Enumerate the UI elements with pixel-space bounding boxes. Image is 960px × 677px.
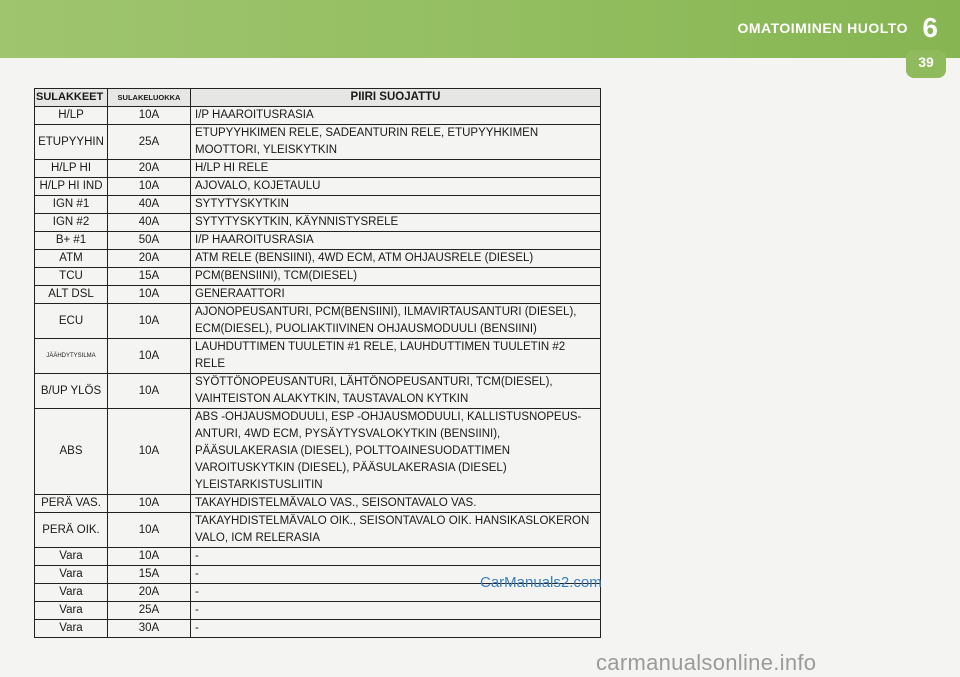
chapter-number: 6 [922, 12, 938, 43]
column-header-rating: SULAKELUOKKA [107, 88, 191, 107]
circuit-cell: SYTYTYSKYTKIN [190, 195, 601, 214]
table-header-row: SULAKKEET SULAKELUOKKA PIIRI SUOJATTU [34, 88, 601, 107]
table-row: ATM 20A ATM RELE (BENSIINI), 4WD ECM, ATM … [34, 249, 601, 268]
fuse-rating-cell: 40A [107, 213, 191, 232]
circuit-cell: LAUHDUTTIMEN TUULETIN #1 RELE, LAUHDUTTI… [190, 338, 601, 374]
circuit-cell: PCM(BENSIINI), TCM(DIESEL) [190, 267, 601, 286]
fuse-name-cell: Vara [34, 619, 108, 638]
table-row: ABS 10A ABS -OHJAUSMODUULI, ESP -OHJAUSMOD… [34, 408, 601, 495]
circuit-cell: ABS -OHJAUSMODUULI, ESP -OHJAUSMODUULI, … [190, 408, 601, 495]
fuse-name-cell: ECU [34, 303, 108, 339]
table-row: IGN #2 40A SYTYTYSKYTKIN, KÄYNNISTYSRELE [34, 213, 601, 232]
fuse-name-cell: Vara [34, 547, 108, 566]
circuit-cell: I/P HAAROITUSRASIA [190, 231, 601, 250]
fuse-name-cell: Vara [34, 565, 108, 584]
fuse-name-cell: ETUPYYHIN [34, 124, 108, 160]
fuse-rating-cell: 10A [107, 547, 191, 566]
fuse-table-body: H/LP 10A I/P HAAROITUSRASIA ETUPYYHIN 25A ETU… [34, 106, 601, 638]
fuse-rating-cell: 10A [107, 285, 191, 304]
table-row: ETUPYYHIN 25A ETUPYYHKIMEN RELE, SADEANTUR… [34, 124, 601, 160]
table-row: PERÄ VAS. 10A TAKAYHDISTELMÄVALO VAS., SEI… [34, 494, 601, 513]
fuse-name-cell: Vara [34, 583, 108, 602]
circuit-cell: I/P HAAROITUSRASIA [190, 106, 601, 125]
fuse-rating-cell: 10A [107, 494, 191, 513]
table-row: Vara 30A - [34, 619, 601, 638]
fuse-rating-cell: 50A [107, 231, 191, 250]
page-number: 39 [918, 54, 934, 70]
table-row: IGN #1 40A SYTYTYSKYTKIN [34, 195, 601, 214]
table-row: H/LP HI IND 10A AJOVALO, KOJETAULU [34, 177, 601, 196]
circuit-cell: TAKAYHDISTELMÄVALO VAS., SEISONTAVALO VA… [190, 494, 601, 513]
table-row: B+ #1 50A I/P HAAROITUSRASIA [34, 231, 601, 250]
table-row: H/LP HI 20A H/LP HI RELE [34, 159, 601, 178]
circuit-cell: H/LP HI RELE [190, 159, 601, 178]
circuit-cell: - [190, 619, 601, 638]
fuse-name-cell: IGN #2 [34, 213, 108, 232]
fuse-rating-cell: 25A [107, 124, 191, 160]
table-row: H/LP 10A I/P HAAROITUSRASIA [34, 106, 601, 125]
fuse-name-cell: IGN #1 [34, 195, 108, 214]
fuse-rating-cell: 10A [107, 106, 191, 125]
table-row: Vara 25A - [34, 601, 601, 620]
fuse-rating-cell: 20A [107, 249, 191, 268]
table-row: ECU 10A AJONOPEUSANTURI, PCM(BENSIINI), IL… [34, 303, 601, 339]
column-header-fuse: SULAKKEET [34, 88, 108, 107]
fuse-table: SULAKKEET SULAKELUOKKA PIIRI SUOJATTU H/… [34, 88, 601, 638]
fuse-name-cell: H/LP [34, 106, 108, 125]
table-row: PERÄ OIK. 10A TAKAYHDISTELMÄVALO OIK., SEI… [34, 512, 601, 548]
fuse-rating-cell: 10A [107, 303, 191, 339]
circuit-cell: ATM RELE (BENSIINI), 4WD ECM, ATM OHJAUS… [190, 249, 601, 268]
fuse-name-cell: PERÄ OIK. [34, 512, 108, 548]
table-row: JÄÄHDYTYSILMA 10A LAUHDUTTIMEN TUULETIN #1… [34, 338, 601, 374]
fuse-name-cell: ABS [34, 408, 108, 495]
fuse-name-cell: H/LP HI IND [34, 177, 108, 196]
fuse-name-cell: JÄÄHDYTYSILMA [34, 338, 108, 374]
table-row: B/UP YLÖS 10A SYÖTTÖNOPEUSANTURI, LÄHTÖNOP… [34, 373, 601, 409]
table-row: ALT DSL 10A GENERAATTORI [34, 285, 601, 304]
circuit-cell: SYÖTTÖNOPEUSANTURI, LÄHTÖNOPEUSANTURI, T… [190, 373, 601, 409]
circuit-cell: GENERAATTORI [190, 285, 601, 304]
circuit-cell: TAKAYHDISTELMÄVALO OIK., SEISONTAVALO OI… [190, 512, 601, 548]
fuse-name-cell: H/LP HI [34, 159, 108, 178]
fuse-rating-cell: 30A [107, 619, 191, 638]
fuse-rating-cell: 10A [107, 373, 191, 409]
fuse-rating-cell: 20A [107, 583, 191, 602]
fuse-name-cell: ATM [34, 249, 108, 268]
fuse-rating-cell: 10A [107, 177, 191, 196]
section-title: OMATOIMINEN HUOLTO [737, 20, 908, 36]
fuse-rating-cell: 20A [107, 159, 191, 178]
fuse-name-cell: PERÄ VAS. [34, 494, 108, 513]
circuit-cell: - [190, 601, 601, 620]
column-header-circuit: PIIRI SUOJATTU [190, 88, 601, 107]
site-footer: carmanualsonline.info [596, 650, 817, 675]
circuit-cell: - [190, 547, 601, 566]
fuse-name-cell: B+ #1 [34, 231, 108, 250]
fuse-rating-cell: 15A [107, 565, 191, 584]
fuse-name-cell: Vara [34, 601, 108, 620]
fuse-rating-cell: 15A [107, 267, 191, 286]
table-row: Vara 10A - [34, 547, 601, 566]
fuse-rating-cell: 10A [107, 408, 191, 495]
fuse-rating-cell: 40A [107, 195, 191, 214]
fuse-rating-cell: 10A [107, 338, 191, 374]
circuit-cell: AJOVALO, KOJETAULU [190, 177, 601, 196]
fuse-name-cell: ALT DSL [34, 285, 108, 304]
circuit-cell: AJONOPEUSANTURI, PCM(BENSIINI), ILMAVIRT… [190, 303, 601, 339]
watermark-link[interactable]: CarManuals2.com [480, 574, 602, 591]
table-row: TCU 15A PCM(BENSIINI), TCM(DIESEL) [34, 267, 601, 286]
circuit-cell: ETUPYYHKIMEN RELE, SADEANTURIN RELE, ETU… [190, 124, 601, 160]
fuse-rating-cell: 25A [107, 601, 191, 620]
circuit-cell: SYTYTYSKYTKIN, KÄYNNISTYSRELE [190, 213, 601, 232]
fuse-name-cell: B/UP YLÖS [34, 373, 108, 409]
fuse-name-cell: TCU [34, 267, 108, 286]
fuse-rating-cell: 10A [107, 512, 191, 548]
